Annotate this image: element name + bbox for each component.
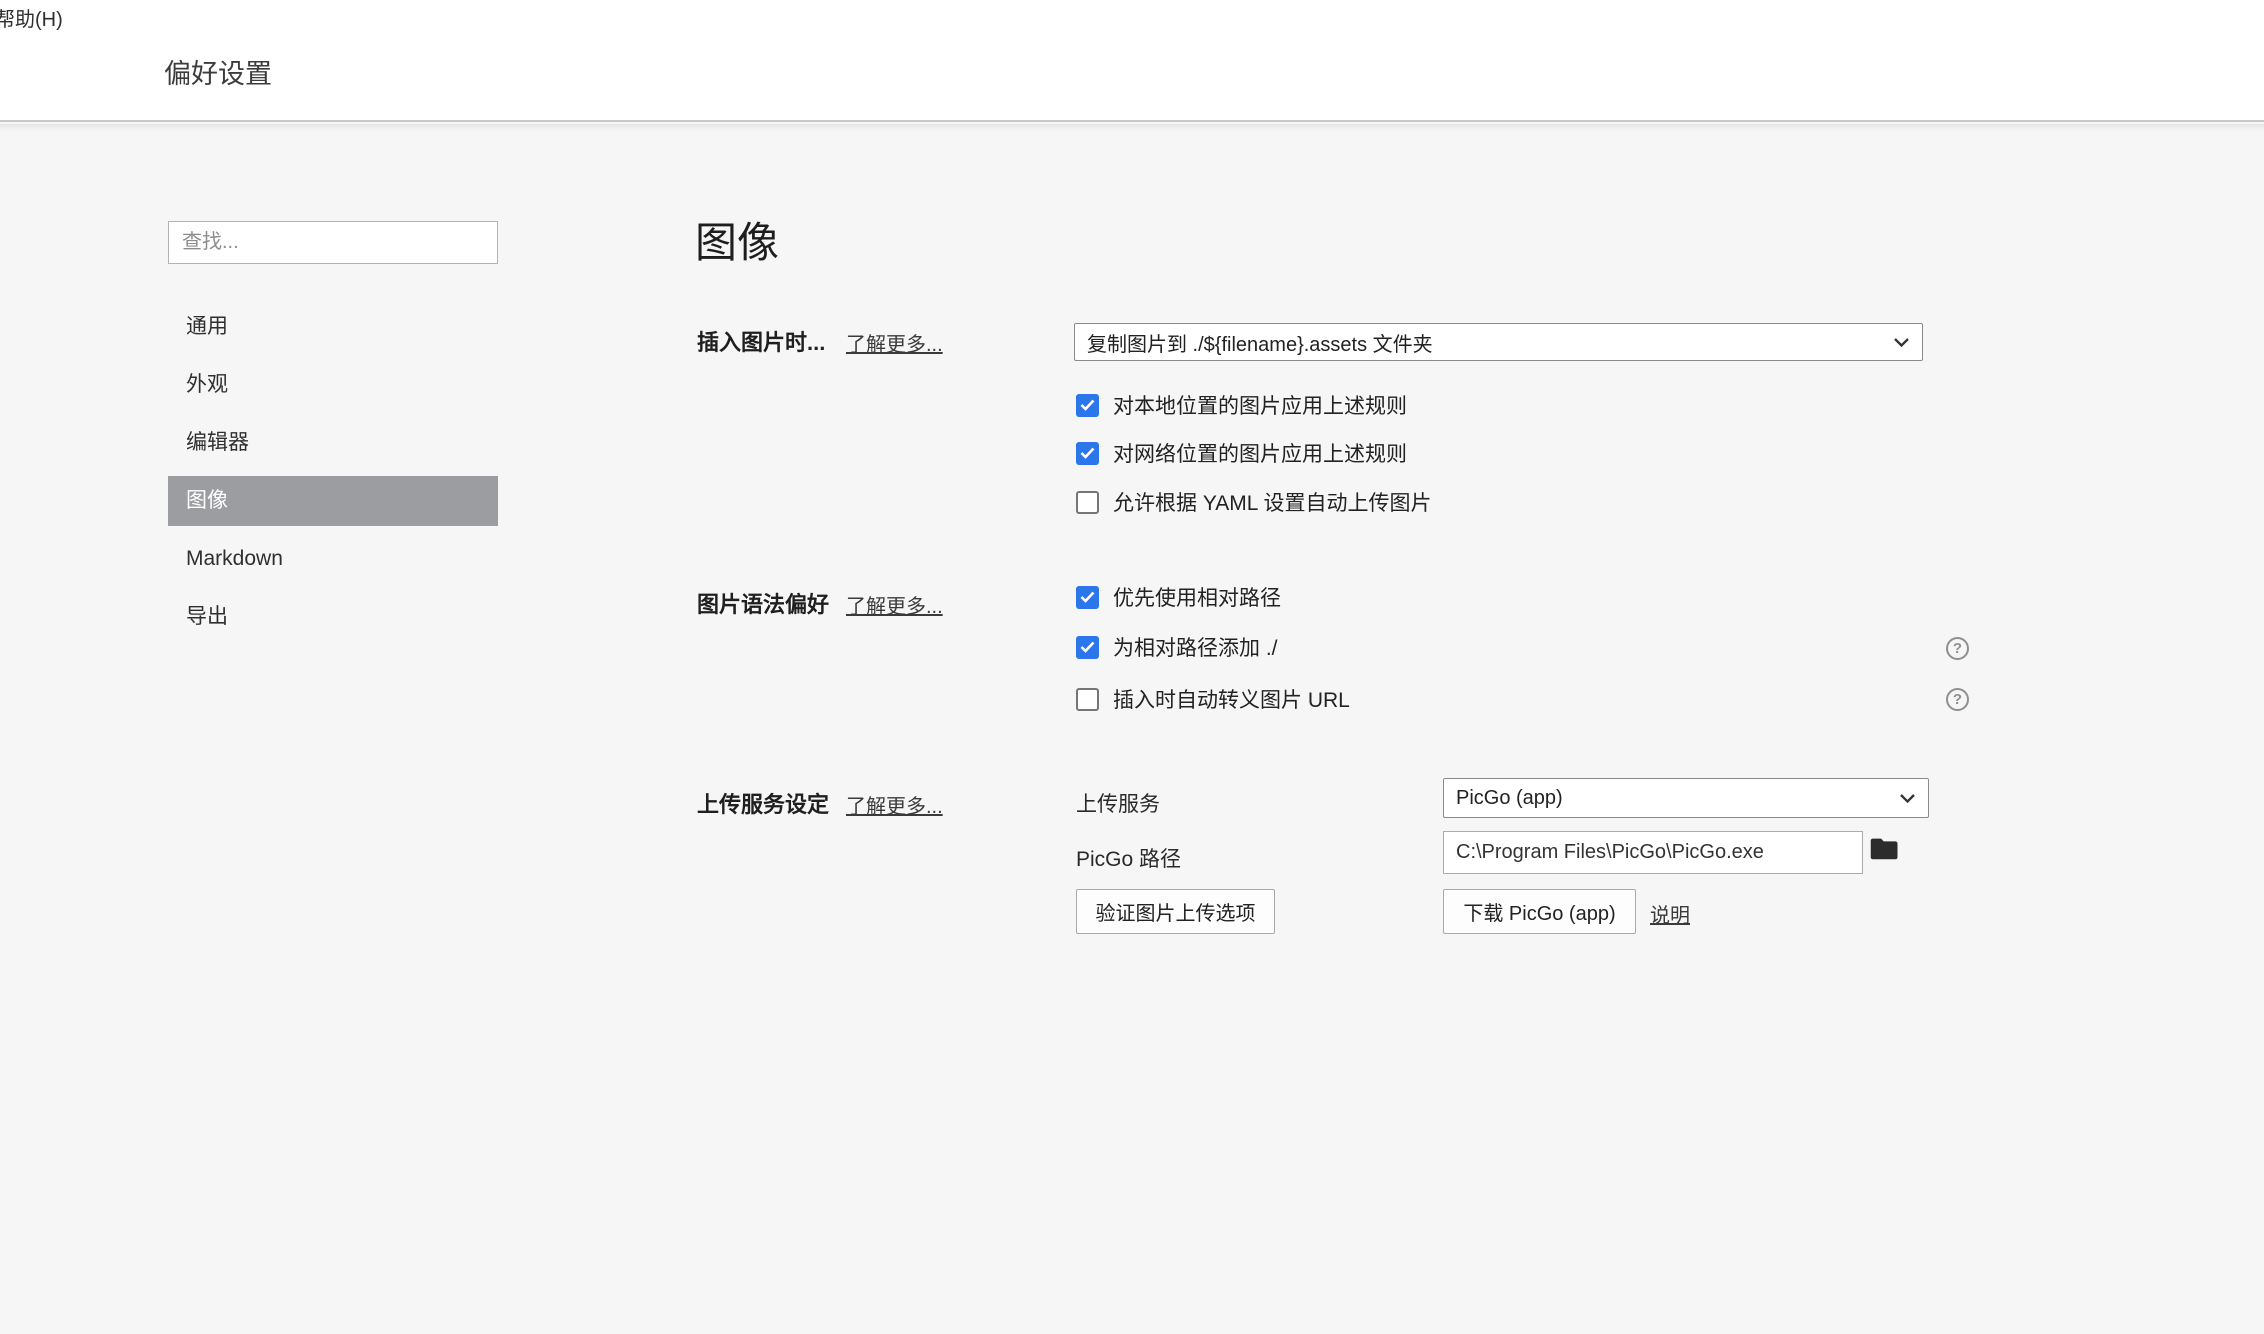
checkbox-label-yaml-auto-upload[interactable]: 允许根据 YAML 设置自动上传图片 bbox=[1113, 487, 1432, 517]
checkbox-label-add-dot-slash[interactable]: 为相对路径添加 ./ bbox=[1113, 632, 1278, 662]
checkbox-label-apply-local[interactable]: 对本地位置的图片应用上述规则 bbox=[1113, 390, 1407, 420]
syntax-learn-more-link[interactable]: 了解更多... bbox=[846, 590, 943, 619]
picgo-path-input[interactable] bbox=[1443, 831, 1863, 874]
upload-service-select[interactable]: PicGo (app) bbox=[1443, 778, 1929, 818]
insert-learn-more-link[interactable]: 了解更多... bbox=[846, 328, 943, 357]
checkbox-label-prefer-relative[interactable]: 优先使用相对路径 bbox=[1113, 582, 1281, 612]
sidebar-item-appearance[interactable]: 外观 bbox=[168, 360, 498, 410]
checkbox-prefer-relative-path[interactable] bbox=[1076, 586, 1099, 609]
checkbox-escape-image-url[interactable] bbox=[1076, 688, 1099, 711]
upload-learn-more-link[interactable]: 了解更多... bbox=[846, 790, 943, 819]
sidebar-item-image[interactable]: 图像 bbox=[168, 476, 498, 526]
window-header: 帮助(H) 偏好设置 bbox=[0, 0, 2264, 122]
chevron-down-icon bbox=[1899, 793, 1916, 804]
checkbox-label-escape-url[interactable]: 插入时自动转义图片 URL bbox=[1113, 684, 1350, 714]
checkbox-apply-web-images[interactable] bbox=[1076, 442, 1099, 465]
checkbox-label-apply-web[interactable]: 对网络位置的图片应用上述规则 bbox=[1113, 438, 1407, 468]
checkbox-apply-local-images[interactable] bbox=[1076, 394, 1099, 417]
check-icon bbox=[1080, 447, 1095, 459]
check-icon bbox=[1080, 641, 1095, 653]
picgo-path-label: PicGo 路径 bbox=[1076, 843, 1181, 873]
sidebar-item-markdown[interactable]: Markdown bbox=[168, 534, 498, 584]
menu-item-help[interactable]: 帮助(H) bbox=[0, 3, 63, 32]
content-area: 通用 外观 编辑器 图像 Markdown 导出 图像 插入图片时... 了解更… bbox=[0, 124, 2264, 1334]
check-icon bbox=[1080, 591, 1095, 603]
syntax-section-label: 图片语法偏好 bbox=[697, 587, 829, 619]
section-heading-image: 图像 bbox=[695, 220, 779, 266]
checkbox-yaml-auto-upload[interactable] bbox=[1076, 491, 1099, 514]
sidebar-item-export[interactable]: 导出 bbox=[168, 592, 498, 642]
upload-service-label: 上传服务 bbox=[1076, 788, 1160, 818]
validate-upload-button[interactable]: 验证图片上传选项 bbox=[1076, 889, 1275, 934]
help-icon[interactable]: ? bbox=[1946, 637, 1969, 660]
sidebar-item-editor[interactable]: 编辑器 bbox=[168, 418, 498, 468]
upload-section-label: 上传服务设定 bbox=[697, 787, 829, 819]
upload-service-selected-value: PicGo (app) bbox=[1456, 787, 1891, 810]
instructions-link[interactable]: 说明 bbox=[1650, 899, 1690, 928]
sidebar-item-general[interactable]: 通用 bbox=[168, 302, 498, 352]
folder-icon[interactable] bbox=[1869, 836, 1899, 862]
search-input[interactable] bbox=[168, 221, 498, 264]
page-title: 偏好设置 bbox=[164, 52, 272, 91]
insert-action-select[interactable]: 复制图片到 ./${filename}.assets 文件夹 bbox=[1074, 323, 1923, 361]
chevron-down-icon bbox=[1893, 337, 1910, 348]
insert-action-selected-value: 复制图片到 ./${filename}.assets 文件夹 bbox=[1087, 328, 1885, 357]
insert-section-label: 插入图片时... bbox=[697, 325, 825, 357]
check-icon bbox=[1080, 399, 1095, 411]
preferences-window: 帮助(H) 偏好设置 通用 外观 编辑器 图像 Markdown 导出 图像 插… bbox=[0, 0, 2264, 1334]
download-picgo-button[interactable]: 下载 PicGo (app) bbox=[1443, 889, 1636, 934]
help-icon[interactable]: ? bbox=[1946, 688, 1969, 711]
checkbox-add-dot-slash[interactable] bbox=[1076, 636, 1099, 659]
